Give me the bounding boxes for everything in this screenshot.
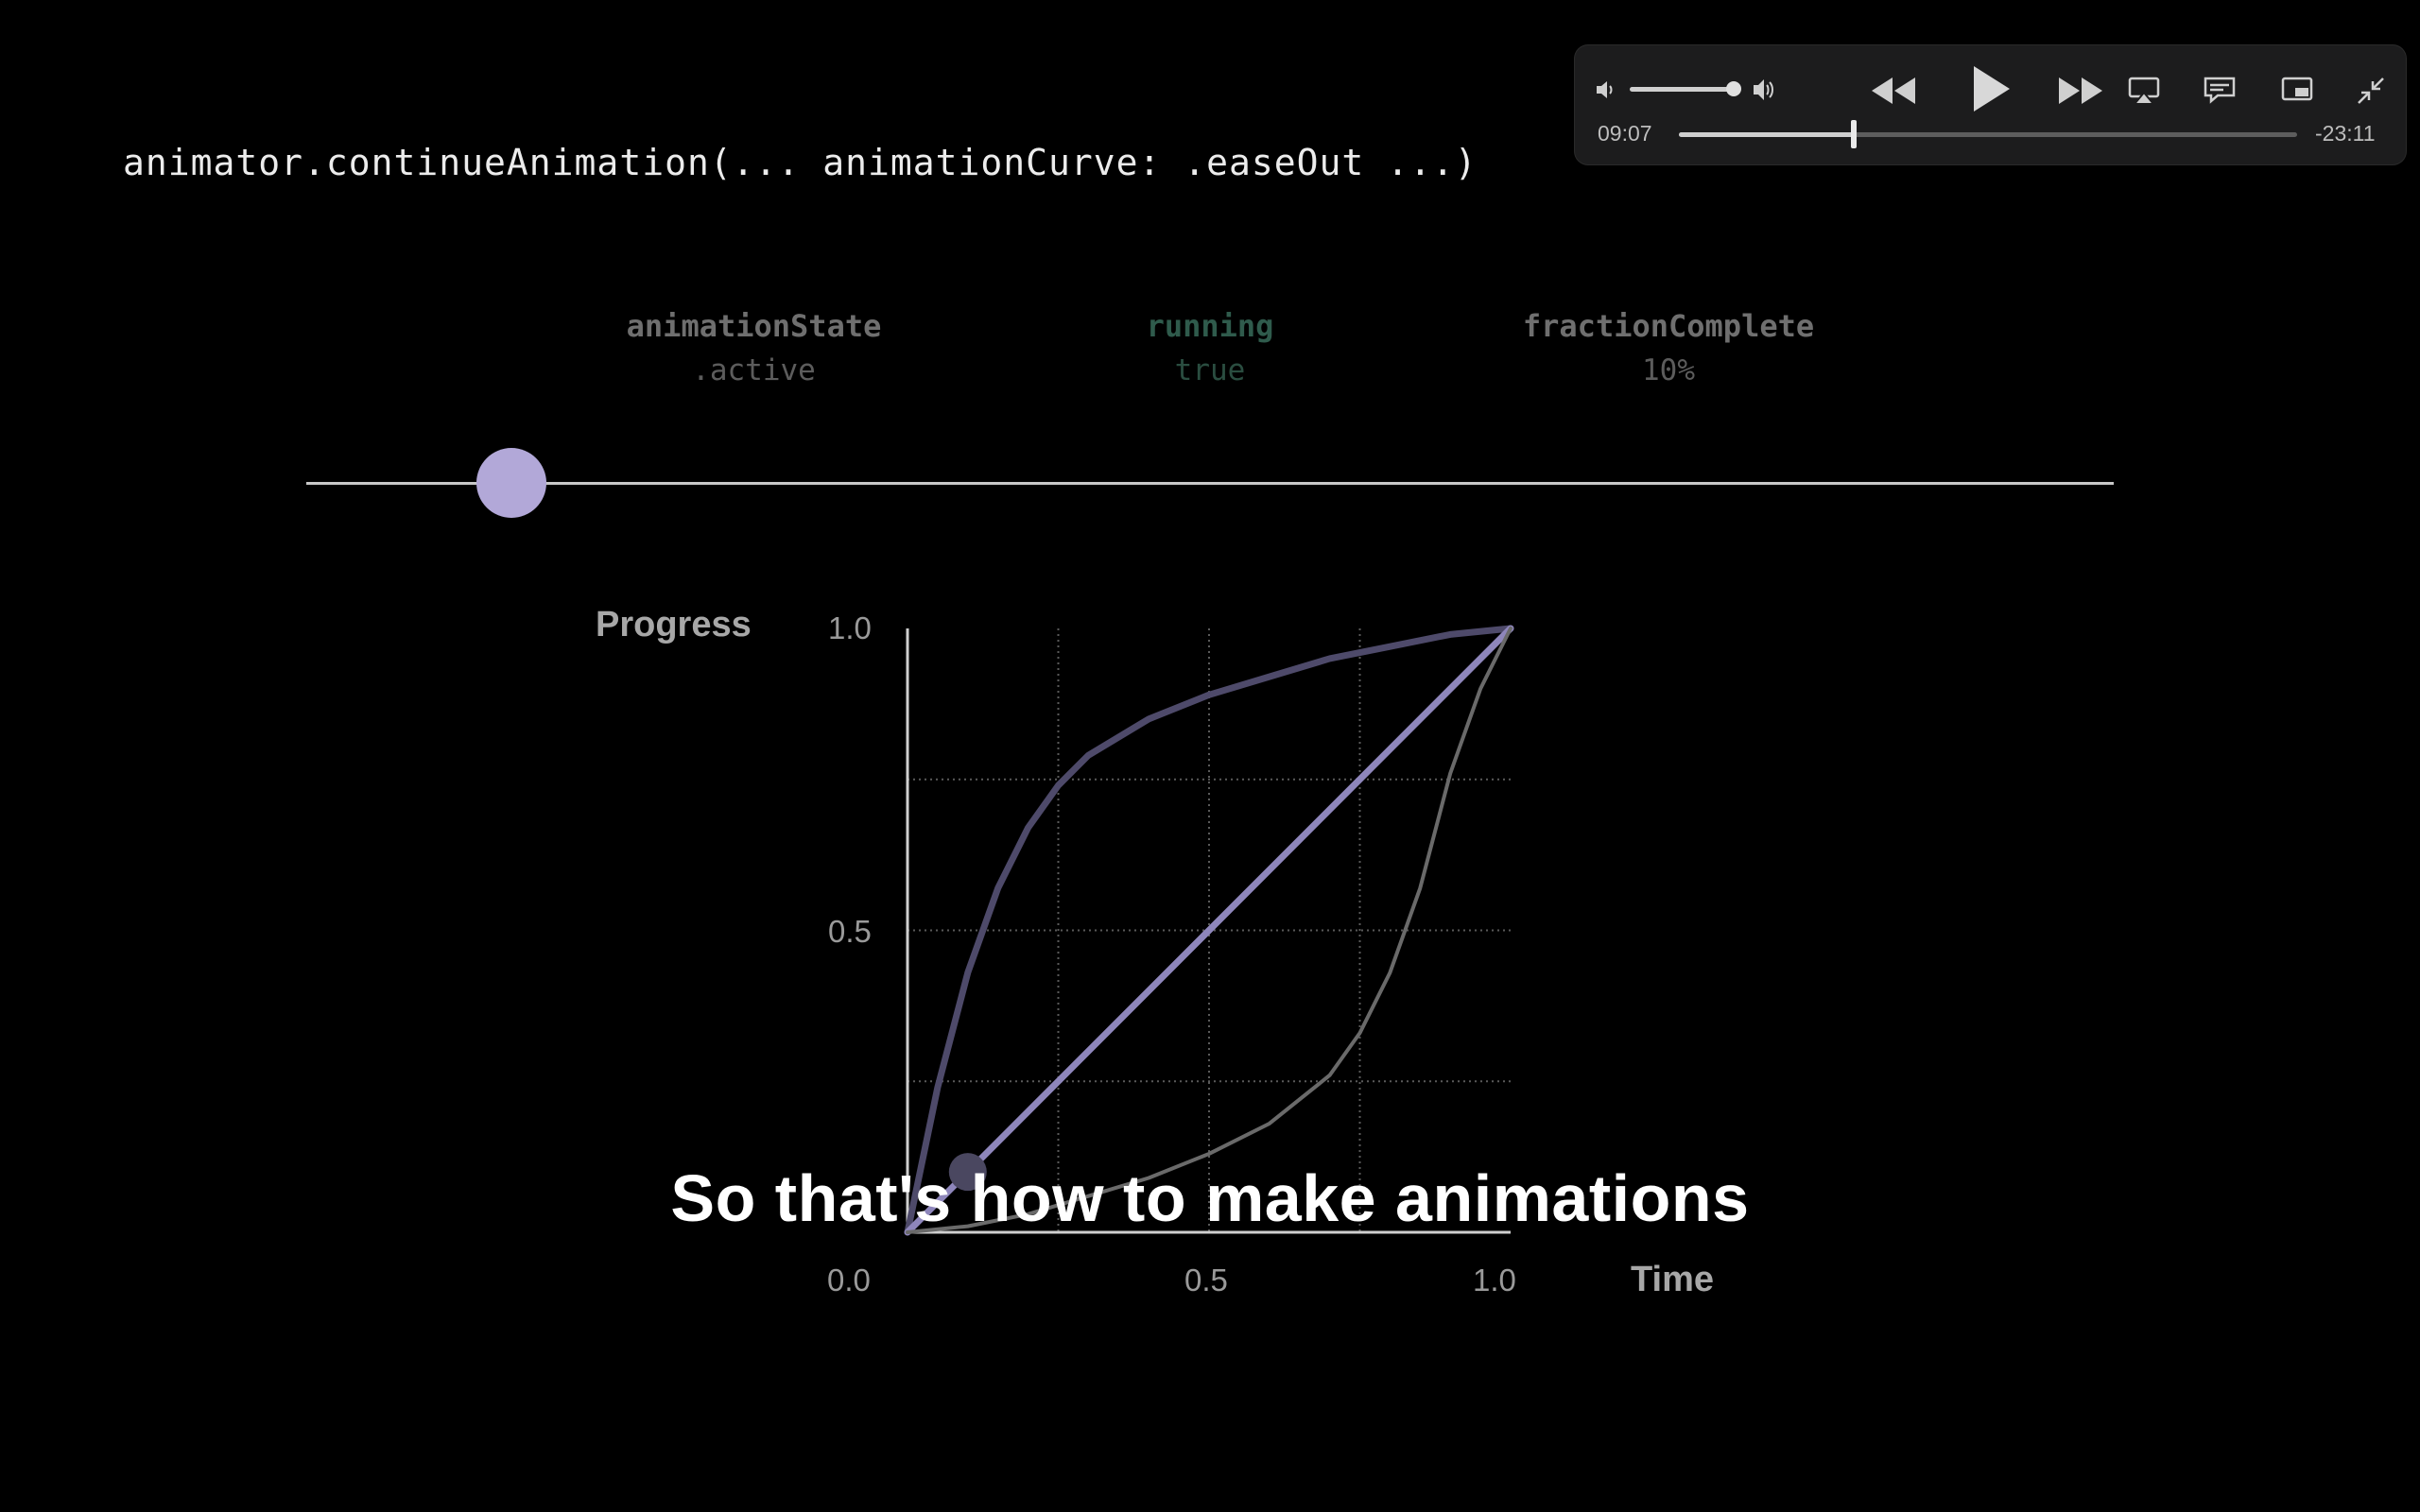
y-axis-title: Progress <box>596 605 752 644</box>
rewind-icon[interactable] <box>1868 74 1919 108</box>
video-player-controls[interactable]: 09:07 -23:11 <box>1575 45 2406 164</box>
volume-knob[interactable] <box>1726 81 1741 96</box>
x-tick-label: 0.5 <box>1184 1263 1228 1297</box>
exit-fullscreen-icon[interactable] <box>2356 76 2386 106</box>
playback-progress-knob[interactable] <box>1851 120 1858 148</box>
picture-in-picture-icon[interactable] <box>2280 76 2314 104</box>
subtitles-icon[interactable] <box>2203 76 2237 104</box>
volume-slider[interactable] <box>1630 87 1732 92</box>
series-line-linear <box>904 625 1514 1236</box>
video-stage[interactable]: animator.continueAnimation(... animation… <box>0 0 2420 1512</box>
playback-progress-fill <box>1679 132 1855 137</box>
play-icon[interactable] <box>1966 62 2014 115</box>
x-tick-label: 1.0 <box>1473 1263 1516 1297</box>
volume-high-icon[interactable] <box>1751 76 1781 104</box>
elapsed-time: 09:07 <box>1598 121 1652 146</box>
y-tick-label: 0.5 <box>828 914 872 949</box>
y-tick-label: 1.0 <box>828 610 872 645</box>
x-axis-title: Time <box>1631 1260 1715 1299</box>
airplay-icon[interactable] <box>2127 76 2161 106</box>
fast-forward-icon[interactable] <box>2055 74 2106 108</box>
remaining-time: -23:11 <box>2315 121 2376 146</box>
volume-low-icon[interactable] <box>1594 77 1618 102</box>
x-tick-label: 0.0 <box>827 1263 871 1297</box>
caption-subtitle: So that's how to make animations <box>670 1161 1750 1235</box>
